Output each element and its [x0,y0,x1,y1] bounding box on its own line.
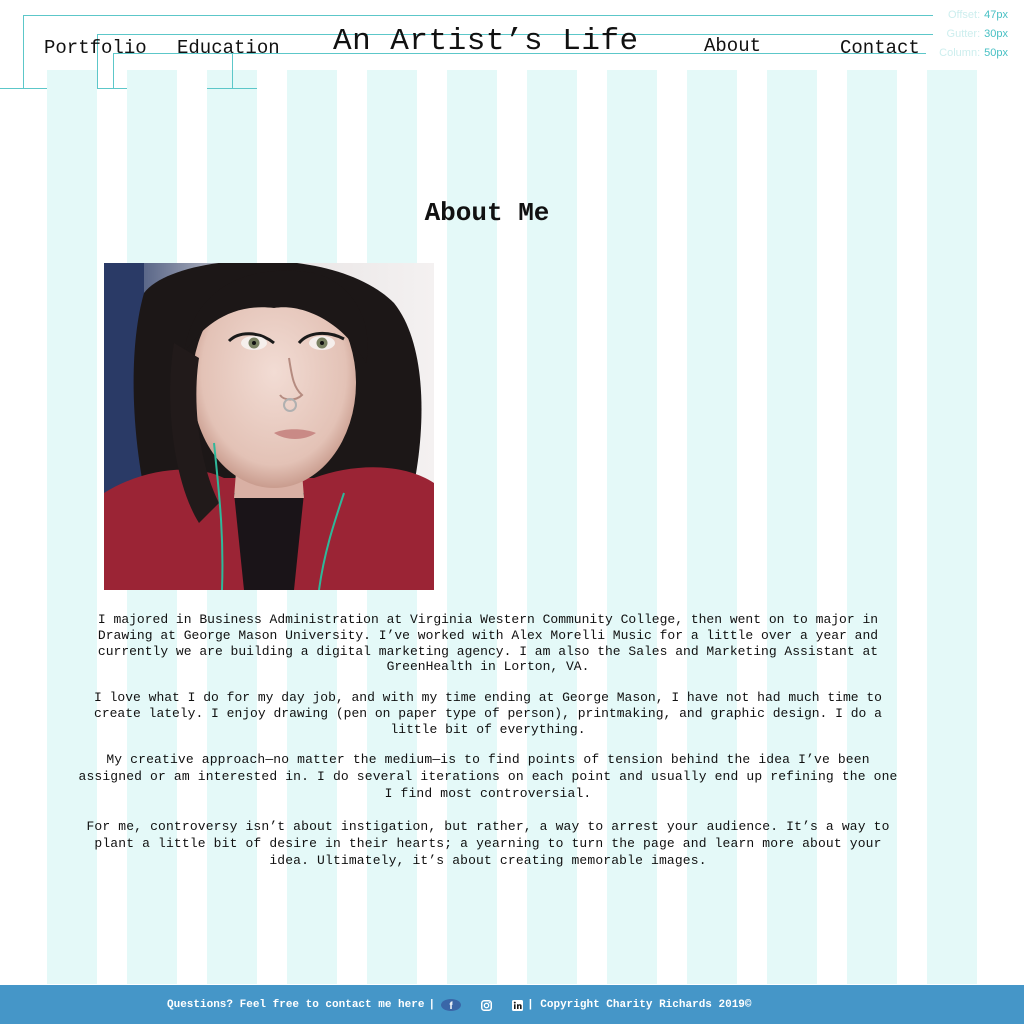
bio-text: I majored in Business Administration at … [97,612,879,675]
bio-paragraph: I majored in Business Administration at … [72,612,904,675]
legend-label: Column: [939,47,981,59]
nav-link-contact[interactable]: Contact [840,37,920,59]
instagram-icon[interactable] [481,999,493,1011]
guide-line [207,88,257,89]
contact-link[interactable]: Questions? Feel free to contact me here [167,999,424,1011]
footer-separator: | [428,999,436,1011]
portrait-photo [104,263,434,590]
page-title: About Me [424,198,550,228]
footer-content: Questions? Feel free to contact me here … [167,997,752,1013]
nav-link-about[interactable]: About [704,35,761,57]
legend-label: Offset: [947,9,981,21]
guide-line [97,88,127,89]
linkedin-icon[interactable] [512,999,524,1011]
legend-value: 47px [984,9,1008,21]
bio-paragraph: For me, controversy isn’t about instigat… [72,819,904,869]
guide-line [23,15,933,16]
legend-value: 50px [984,47,1008,59]
legend-value: 30px [984,28,1008,40]
grid-legend-column: Column: 50px [939,47,1008,59]
grid-legend-gutter: Gutter: 30px [947,28,1008,40]
facebook-icon[interactable]: f [441,999,462,1011]
portrait-illustration [104,263,434,590]
legend-label: Gutter: [946,28,981,40]
bio-paragraph: I love what I do for my day job, and wit… [72,690,904,737]
nav-link-portfolio[interactable]: Portfolio [44,37,147,59]
site-footer: Questions? Feel free to contact me here … [0,985,1024,1024]
bio-text: For me, controversy isn’t about instigat… [86,819,890,868]
nav-link-education[interactable]: Education [177,37,280,59]
copyright-text: | Copyright Charity Richards 2019© [527,999,752,1011]
bio-text: My creative approach—no matter the mediu… [78,752,898,801]
grid-legend-offset: Offset: 47px [948,9,1008,21]
bio-text: I love what I do for my day job, and wit… [94,690,882,737]
guide-line [23,15,24,88]
site-title[interactable]: An Artist’s Life [333,24,639,59]
guide-line [0,88,47,89]
bio-paragraph: My creative approach—no matter the mediu… [72,752,904,802]
